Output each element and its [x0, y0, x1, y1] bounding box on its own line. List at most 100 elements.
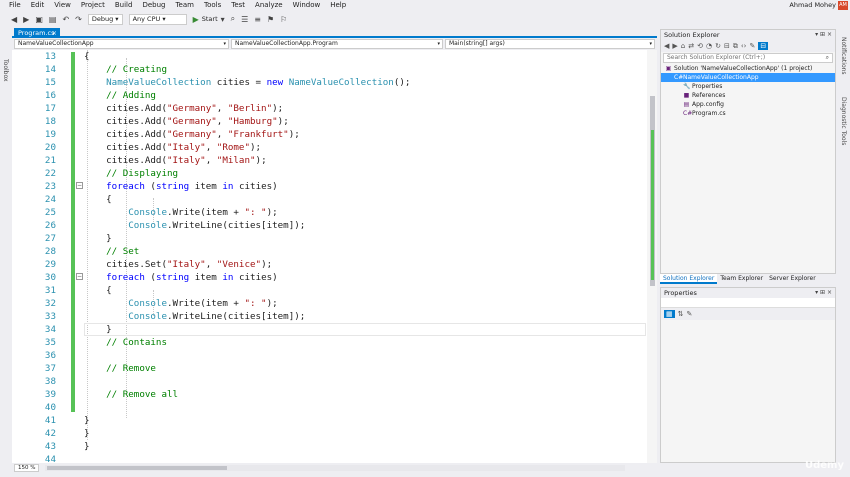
properties-object-select[interactable] — [661, 298, 835, 308]
refresh-icon[interactable]: ↻ — [715, 42, 721, 50]
hscroll-thumb[interactable] — [47, 466, 228, 470]
home-icon[interactable]: ⌂ — [681, 42, 685, 50]
code-line[interactable]: 25 Console.Write(item + ": "); — [12, 206, 652, 219]
notifications-tab[interactable]: Notifications — [840, 37, 847, 75]
code-line[interactable]: 13 { — [12, 50, 652, 63]
solution-search-input[interactable]: Search Solution Explorer (Ctrl+;) ⌕ — [663, 53, 833, 63]
menu-item-window[interactable]: Window — [288, 0, 326, 11]
code-line[interactable]: 38 — [12, 375, 652, 388]
menu-item-tools[interactable]: Tools — [199, 0, 226, 11]
tree-item[interactable]: ▤ App.config — [661, 100, 835, 109]
sync-icon[interactable]: ⇄ — [688, 42, 694, 50]
code-line[interactable]: 19 cities.Add("Germany", "Frankfurt"); — [12, 128, 652, 141]
code-editor[interactable]: − − 13{14 // Creating 15 NameValueCollect… — [12, 50, 657, 463]
menu-item-help[interactable]: Help — [325, 0, 351, 11]
user-name[interactable]: Ahmad Mohey — [789, 0, 836, 11]
tab-solution-explorer[interactable]: Solution Explorer — [660, 274, 718, 284]
history-icon[interactable]: ⟲ — [697, 42, 703, 50]
start-icon[interactable]: ▶ — [193, 15, 199, 24]
tree-item[interactable]: C#Program.cs — [661, 109, 835, 118]
categorized-icon[interactable]: ▦ — [664, 310, 675, 318]
menu-item-analyze[interactable]: Analyze — [250, 0, 288, 11]
zoom-select[interactable]: 150 % — [14, 464, 40, 472]
code-line[interactable]: 36 — [12, 349, 652, 362]
menu-item-test[interactable]: Test — [226, 0, 250, 11]
back-icon[interactable]: ◀ — [11, 15, 17, 24]
horizontal-scrollbar[interactable] — [45, 465, 626, 471]
undo-icon[interactable]: ↶ — [62, 15, 69, 24]
close-icon[interactable]: × — [52, 28, 57, 38]
class-dropdown[interactable]: NameValueCollectionApp.Program ▾ — [231, 39, 443, 49]
code-line[interactable]: 41} — [12, 414, 652, 427]
collapse-all-icon[interactable]: ⊟ — [724, 42, 730, 50]
show-all-files-icon[interactable]: ⧉ — [733, 42, 738, 51]
menu-item-debug[interactable]: Debug — [137, 0, 170, 11]
code-line[interactable]: 18 cities.Add("Germany", "Hamburg"); — [12, 115, 652, 128]
code-line[interactable]: 28 // Set — [12, 245, 652, 258]
code-line[interactable]: 17 cities.Add("Germany", "Berlin"); — [12, 102, 652, 115]
code-line[interactable]: 26 Console.WriteLine(cities[item]); — [12, 219, 652, 232]
find-icon[interactable]: ⌕ — [231, 14, 235, 24]
forward-icon[interactable]: ▶ — [23, 15, 29, 24]
tree-item[interactable]: ▣ Solution 'NameValueCollectionApp' (1 pr… — [661, 64, 835, 73]
new-item-icon[interactable]: ▣ — [35, 15, 43, 24]
code-line[interactable]: 24 { — [12, 193, 652, 206]
bookmark-prev-icon[interactable]: ⚐ — [280, 15, 287, 24]
tree-item[interactable]: ■ References — [661, 91, 835, 100]
tree-item[interactable]: C#NameValueCollectionApp — [661, 73, 835, 82]
code-line[interactable]: 35 // Contains — [12, 336, 652, 349]
menu-item-edit[interactable]: Edit — [26, 0, 50, 11]
preview-icon[interactable]: ⊟ — [758, 42, 769, 50]
code-line[interactable]: 30 foreach (string item in cities) — [12, 271, 652, 284]
menu-item-build[interactable]: Build — [110, 0, 138, 11]
back-icon[interactable]: ◀ — [664, 42, 669, 50]
code-line[interactable]: 37 // Remove — [12, 362, 652, 375]
code-line[interactable]: 23 foreach (string item in cities) — [12, 180, 652, 193]
property-pages-icon[interactable]: ✎ — [687, 310, 693, 318]
code-line[interactable]: 16 // Adding — [12, 89, 652, 102]
member-dropdown[interactable]: Main(string[] args) ▾ — [445, 39, 655, 49]
tree-item[interactable]: 🔧 Properties — [661, 82, 835, 91]
code-line[interactable]: 14 // Creating — [12, 63, 652, 76]
code-line[interactable]: 31 { — [12, 284, 652, 297]
menu-item-team[interactable]: Team — [170, 0, 199, 11]
format-icon[interactable]: ☰ — [241, 15, 248, 24]
pending-changes-icon[interactable]: ◔ — [706, 42, 712, 50]
menu-item-project[interactable]: Project — [76, 0, 110, 11]
code-line[interactable]: 40 — [12, 401, 652, 414]
redo-icon[interactable]: ↷ — [75, 15, 82, 24]
code-line[interactable]: 29 cities.Set("Italy", "Venice"); — [12, 258, 652, 271]
project-dropdown[interactable]: NameValueCollectionApp ▾ — [14, 39, 229, 49]
bookmark-icon[interactable]: ⚑ — [267, 15, 274, 24]
code-line[interactable]: 20 cities.Add("Italy", "Rome"); — [12, 141, 652, 154]
code-line[interactable]: 15 NameValueCollection cities = new Name… — [12, 76, 652, 89]
dropdown-icon[interactable]: ▾ — [221, 15, 225, 24]
menu-item-file[interactable]: File — [4, 0, 26, 11]
panel-controls[interactable]: ▾ ⊞ × — [815, 30, 832, 40]
save-icon[interactable]: ▤ — [49, 15, 57, 24]
panel-controls[interactable]: ▾ ⊞ × — [815, 288, 832, 298]
code-line[interactable]: 33 Console.WriteLine(cities[item]); — [12, 310, 652, 323]
code-line[interactable]: 21 cities.Add("Italy", "Milan"); — [12, 154, 652, 167]
forward-icon[interactable]: ▶ — [672, 42, 677, 50]
configuration-select[interactable]: Debug ▾ — [87, 13, 123, 25]
code-icon[interactable]: ‹› — [741, 42, 747, 50]
menu-item-view[interactable]: View — [49, 0, 76, 11]
comment-icon[interactable]: ≡ — [254, 15, 261, 24]
code-line[interactable]: 39 // Remove all — [12, 388, 652, 401]
tab-server-explorer[interactable]: Server Explorer — [766, 274, 819, 284]
code-line[interactable]: 44 — [12, 453, 652, 463]
code-line[interactable]: 27 } — [12, 232, 652, 245]
code-line[interactable]: 22 // Displaying — [12, 167, 652, 180]
avatar[interactable]: AM — [838, 1, 848, 10]
platform-select[interactable]: Any CPU ▾ — [128, 13, 187, 25]
tab-team-explorer[interactable]: Team Explorer — [717, 274, 766, 284]
diagnostic-tools-tab[interactable]: Diagnostic Tools — [840, 97, 847, 145]
properties-icon[interactable]: ✎ — [749, 42, 755, 50]
code-line[interactable]: 43} — [12, 440, 652, 453]
toolbox-tab[interactable]: Toolbox — [2, 59, 9, 82]
tab-program-cs[interactable]: Program.cs × — [14, 28, 60, 38]
start-button[interactable]: Start — [202, 15, 218, 23]
code-line[interactable]: 42} — [12, 427, 652, 440]
alphabetical-icon[interactable]: ⇅ — [678, 310, 684, 318]
